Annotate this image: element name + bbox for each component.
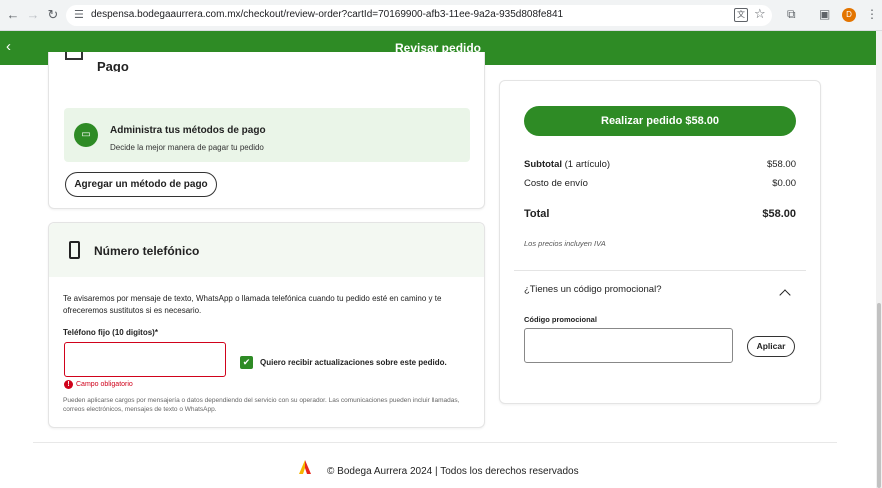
payment-box-title: Administra tus métodos de pago <box>110 125 266 136</box>
browser-toolbar: ← → ↻ ☰ despensa.bodegaaurrera.com.mx/ch… <box>0 0 882 31</box>
extensions-icon[interactable]: ⧉ <box>787 7 796 22</box>
payment-methods-box: ▭ Administra tus métodos de pago Decide … <box>64 108 470 162</box>
promo-code-input[interactable] <box>524 328 733 363</box>
subtotal-count: (1 artículo) <box>564 159 611 170</box>
shipping-value: $0.00 <box>772 178 796 189</box>
phone-error-message: Campo obligatorio <box>76 381 133 388</box>
payment-card-header: Pago <box>49 52 484 72</box>
back-arrow-icon[interactable]: ← <box>4 6 22 24</box>
side-panel-icon[interactable]: ▣ <box>819 7 830 21</box>
shipping-label: Costo de envío <box>524 178 588 189</box>
bookmark-star-icon[interactable]: ☆ <box>754 6 766 22</box>
translate-icon[interactable]: 文 <box>734 8 748 22</box>
footer-divider <box>33 442 837 443</box>
phone-card: Número telefónico Te avisaremos por mens… <box>48 222 485 428</box>
total-label: Total <box>524 208 550 220</box>
scrollbar-thumb[interactable] <box>877 303 881 488</box>
profile-avatar[interactable]: D <box>842 8 856 22</box>
phone-field-label: Teléfono fijo (10 digitos)* <box>63 328 158 337</box>
add-payment-method-button[interactable]: Agregar un método de pago <box>65 172 217 197</box>
payment-title: Pago <box>97 59 129 72</box>
address-bar[interactable]: ☰ despensa.bodegaaurrera.com.mx/checkout… <box>66 5 772 26</box>
reload-icon[interactable]: ↻ <box>44 6 62 24</box>
order-summary-card: Realizar pedido $58.00 Subtotal (1 artíc… <box>499 80 821 404</box>
promo-field-label: Código promocional <box>524 315 597 324</box>
error-icon: ! <box>64 380 73 389</box>
page-scrollbar[interactable] <box>876 31 882 488</box>
payment-card-icon: ▭ <box>74 123 98 147</box>
updates-checkbox-label[interactable]: Quiero recibir actualizaciones sobre est… <box>260 358 447 367</box>
subtotal-label: Subtotal <box>524 159 562 170</box>
payment-box-subtitle: Decide la mejor manera de pagar tu pedid… <box>110 143 264 152</box>
place-order-button[interactable]: Realizar pedido $58.00 <box>524 106 796 136</box>
mobile-phone-icon <box>69 241 80 259</box>
apply-promo-button[interactable]: Aplicar <box>747 336 795 357</box>
shipping-row: Costo de envío $0.00 <box>524 178 796 189</box>
updates-checkbox[interactable]: ✔ <box>240 356 253 369</box>
total-value: $58.00 <box>762 208 796 220</box>
chevron-up-icon[interactable] <box>779 289 791 301</box>
footer-copyright: © Bodega Aurrera 2024 | Todos los derech… <box>327 466 579 477</box>
phone-input[interactable] <box>64 342 226 377</box>
menu-kebab-icon[interactable]: ⋮ <box>866 7 878 21</box>
site-info-icon[interactable]: ☰ <box>74 8 84 21</box>
bodega-aurrera-logo <box>299 460 311 474</box>
payment-card: Pago ▭ Administra tus métodos de pago De… <box>48 52 485 209</box>
tax-note: Los precios incluyen IVA <box>524 239 606 248</box>
wallet-icon <box>65 52 83 60</box>
forward-arrow-icon[interactable]: → <box>24 6 42 24</box>
phone-description: Te avisaremos por mensaje de texto, What… <box>63 294 442 315</box>
url-text: despensa.bodegaaurrera.com.mx/checkout/r… <box>91 9 564 20</box>
phone-title: Número telefónico <box>94 244 200 258</box>
subtotal-row: Subtotal (1 artículo) $58.00 <box>524 159 796 170</box>
promo-toggle-label[interactable]: ¿Tienes un código promocional? <box>524 284 661 295</box>
phone-card-header: Número telefónico <box>49 223 484 277</box>
subtotal-value: $58.00 <box>766 159 796 170</box>
total-row: Total $58.00 <box>524 208 796 220</box>
phone-disclaimer: Pueden aplicarse cargos por mensajería o… <box>63 397 460 413</box>
divider <box>514 270 806 271</box>
